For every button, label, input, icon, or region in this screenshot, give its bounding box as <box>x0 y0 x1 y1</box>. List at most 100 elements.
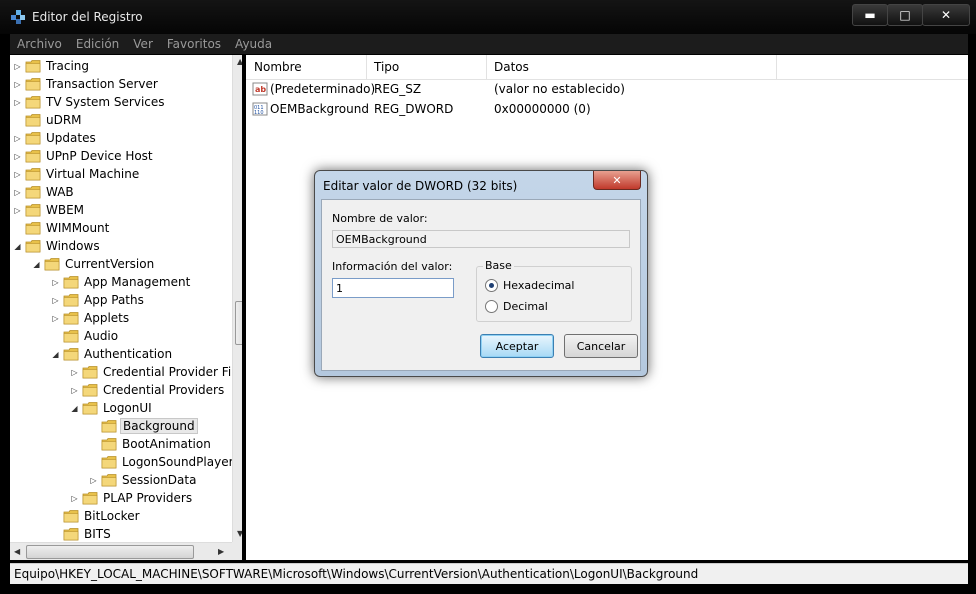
tree-item[interactable]: BitLocker <box>51 507 142 525</box>
expanded-arrow-icon[interactable]: ◢ <box>32 260 41 269</box>
collapsed-arrow-icon[interactable]: ▷ <box>89 476 98 485</box>
edit-dword-dialog: Editar valor de DWORD (32 bits) ✕ Nombre… <box>314 170 648 377</box>
tree-hscroll-thumb[interactable] <box>26 545 194 559</box>
expanded-arrow-icon[interactable]: ◢ <box>51 350 60 359</box>
tree-item[interactable]: ▷ Credential Providers <box>70 381 226 399</box>
collapsed-arrow-icon[interactable]: ▷ <box>70 368 79 377</box>
tree-item[interactable]: ▷ TV System Services <box>13 93 167 111</box>
value-data-input[interactable] <box>332 278 454 298</box>
tree-item[interactable]: ▷ App Paths <box>51 291 146 309</box>
column-datos[interactable]: Datos <box>486 55 777 79</box>
tree-item-label: WIMMount <box>46 221 110 235</box>
collapsed-arrow-icon[interactable]: ▷ <box>70 494 79 503</box>
radio-selected-icon[interactable] <box>485 279 498 292</box>
tree-item[interactable]: Background <box>89 417 198 435</box>
tree-item[interactable]: ▷ UPnP Device Host <box>13 147 155 165</box>
tree-item[interactable]: ▷ Applets <box>51 309 131 327</box>
tree-item[interactable]: ▷ SessionData <box>89 471 198 489</box>
collapsed-arrow-icon[interactable]: ▷ <box>13 134 22 143</box>
tree-item-label: BITS <box>84 527 111 541</box>
tree-item[interactable]: WIMMount <box>13 219 111 237</box>
svg-text:ab: ab <box>255 85 266 94</box>
tree-item[interactable]: ▷ Tracing <box>13 57 91 75</box>
tree-item-label: BootAnimation <box>122 437 211 451</box>
dialog-close-button[interactable]: ✕ <box>593 171 641 190</box>
tree-item[interactable]: BITS <box>51 525 113 543</box>
value-data-label: Información del valor: <box>332 260 453 273</box>
folder-icon <box>25 59 41 73</box>
folder-icon <box>44 257 60 271</box>
tree-item[interactable]: ◢ Authentication <box>51 345 174 363</box>
list-row[interactable]: ab (Predeterminado) REG_SZ (valor no est… <box>246 79 968 99</box>
collapsed-arrow-icon[interactable]: ▷ <box>51 314 60 323</box>
tree-item[interactable]: Audio <box>51 327 120 345</box>
folder-icon <box>25 77 41 91</box>
tree-item[interactable]: ▷ PLAP Providers <box>70 489 194 507</box>
menu-edicion[interactable]: Edición <box>69 37 126 51</box>
scroll-right-icon[interactable]: ▶ <box>218 547 224 556</box>
collapsed-arrow-icon[interactable]: ▷ <box>13 188 22 197</box>
ok-button[interactable]: Aceptar <box>480 334 554 358</box>
folder-icon <box>25 221 41 235</box>
tree-item[interactable]: ▷ Transaction Server <box>13 75 160 93</box>
svg-text:110: 110 <box>254 110 264 116</box>
tree-item[interactable]: uDRM <box>13 111 84 129</box>
tree-item[interactable]: ▷ Virtual Machine <box>13 165 141 183</box>
tree-item[interactable]: ▷ Credential Provider Fil <box>70 363 237 381</box>
tree-item[interactable]: ◢ Windows <box>13 237 102 255</box>
tree-item[interactable]: ▷ WBEM <box>13 201 86 219</box>
tree-vertical-scrollbar[interactable]: ▲ ▼ <box>232 55 242 542</box>
folder-icon <box>25 239 41 253</box>
tree-item[interactable]: ◢ LogonUI <box>70 399 154 417</box>
column-tipo[interactable]: Tipo <box>366 55 487 79</box>
collapsed-arrow-icon[interactable]: ▷ <box>13 206 22 215</box>
menu-bar: Archivo Edición Ver Favoritos Ayuda <box>10 34 968 54</box>
folder-icon <box>63 509 79 523</box>
expanded-arrow-icon[interactable]: ◢ <box>70 404 79 413</box>
tree-item[interactable]: ▷ Updates <box>13 129 98 147</box>
menu-ayuda[interactable]: Ayuda <box>228 37 279 51</box>
value-type: REG_SZ <box>374 82 422 96</box>
tree-item[interactable]: ▷ App Management <box>51 273 192 291</box>
column-nombre[interactable]: Nombre <box>246 55 367 79</box>
folder-icon <box>25 203 41 217</box>
tree-item[interactable]: LogonSoundPlayer <box>89 453 236 471</box>
radio-hexadecimal[interactable]: Hexadecimal <box>485 279 574 292</box>
collapsed-arrow-icon[interactable]: ▷ <box>13 152 22 161</box>
menu-ver[interactable]: Ver <box>126 37 160 51</box>
collapsed-arrow-icon[interactable]: ▷ <box>70 386 79 395</box>
tree-item-label: WAB <box>46 185 74 199</box>
scroll-up-icon[interactable]: ▲ <box>237 57 242 66</box>
radio-dec-label: Decimal <box>503 300 548 313</box>
collapsed-arrow-icon[interactable]: ▷ <box>13 170 22 179</box>
tree-item-label: Tracing <box>46 59 90 73</box>
tree-horizontal-scrollbar[interactable]: ◀ ▶ <box>10 542 232 560</box>
maximize-button[interactable]: □ <box>887 4 923 26</box>
cancel-button[interactable]: Cancelar <box>564 334 638 358</box>
tree-item[interactable]: ◢ CurrentVersion <box>32 255 156 273</box>
collapsed-arrow-icon[interactable]: ▷ <box>13 98 22 107</box>
expanded-arrow-icon[interactable]: ◢ <box>13 242 22 251</box>
tree-item[interactable]: ▷ WAB <box>13 183 76 201</box>
folder-icon <box>63 311 79 325</box>
menu-archivo[interactable]: Archivo <box>10 37 69 51</box>
scroll-down-icon[interactable]: ▼ <box>237 529 242 538</box>
menu-favoritos[interactable]: Favoritos <box>160 37 228 51</box>
collapsed-arrow-icon[interactable]: ▷ <box>51 278 60 287</box>
collapsed-arrow-icon[interactable]: ▷ <box>51 296 60 305</box>
scroll-left-icon[interactable]: ◀ <box>14 547 20 556</box>
string-value-icon: ab <box>252 81 268 97</box>
registry-tree[interactable]: BITS BitLocker ▷ PLAP Providers ▷ SessionData… <box>10 55 242 560</box>
list-row[interactable]: 011 110 OEMBackground REG_DWORD 0x0000000… <box>246 99 968 119</box>
close-button[interactable]: ✕ <box>922 4 970 26</box>
collapsed-arrow-icon[interactable]: ▷ <box>13 80 22 89</box>
collapsed-arrow-icon[interactable]: ▷ <box>13 62 22 71</box>
folder-icon <box>63 527 79 541</box>
tree-vscroll-thumb[interactable] <box>235 301 242 345</box>
tree-item-label: SessionData <box>122 473 197 487</box>
radio-decimal[interactable]: Decimal <box>485 300 548 313</box>
tree-item[interactable]: BootAnimation <box>89 435 213 453</box>
radio-unselected-icon[interactable] <box>485 300 498 313</box>
minimize-button[interactable]: ▬ <box>852 4 888 26</box>
maximize-icon: □ <box>899 8 911 22</box>
